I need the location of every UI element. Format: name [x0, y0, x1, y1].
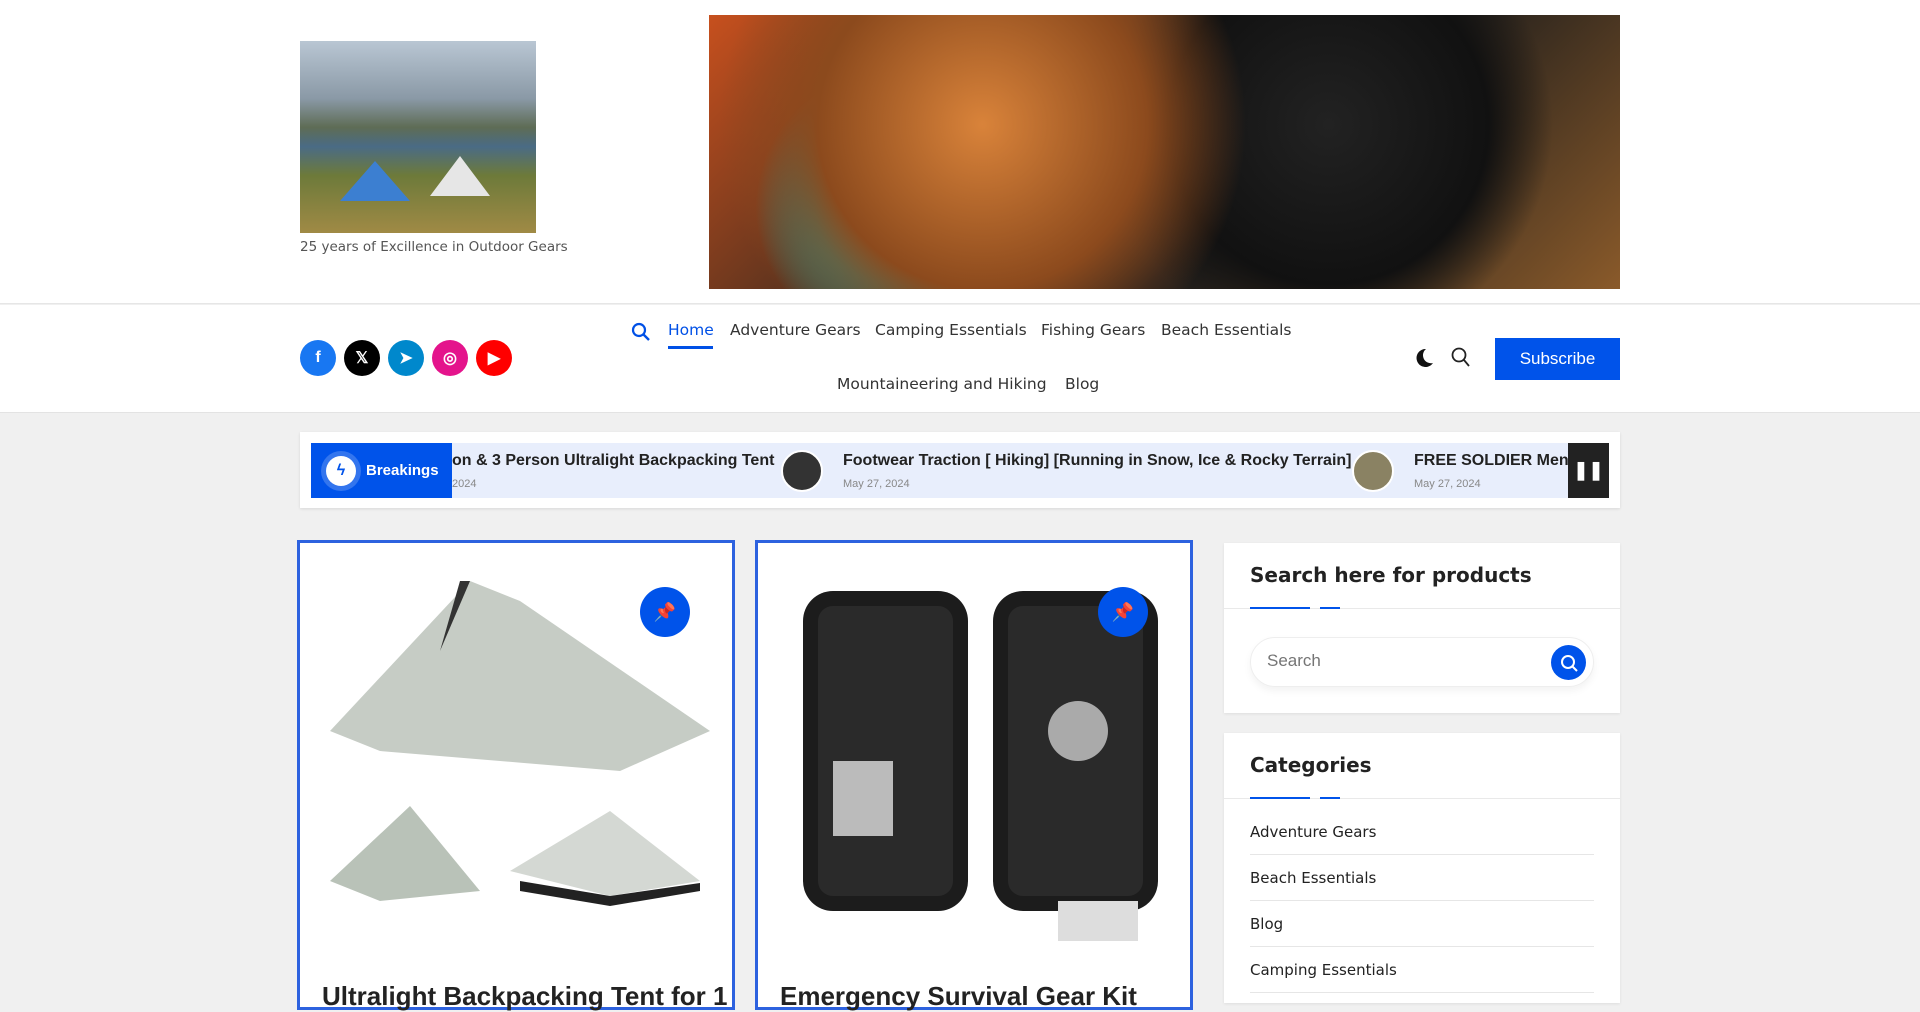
pin-icon[interactable]: 📌	[640, 587, 690, 637]
instagram-icon[interactable]: ◎	[432, 340, 468, 376]
header-search-icon[interactable]	[1451, 347, 1471, 369]
youtube-icon[interactable]: ▶	[476, 340, 512, 376]
telegram-icon[interactable]: ➤	[388, 340, 424, 376]
search-icon	[1560, 654, 1578, 672]
search-submit-button[interactable]	[1551, 645, 1586, 680]
breakings-label: ϟ Breakings	[311, 443, 452, 498]
post-card[interactable]: 📌 Ultralight Backpacking Tent for 1	[297, 540, 735, 1012]
category-link[interactable]: Beach Essentials	[1250, 855, 1594, 901]
x-icon[interactable]: 𝕏	[344, 340, 380, 376]
nav-fishing-gears[interactable]: Fishing Gears	[1041, 321, 1145, 339]
bolt-icon: ϟ	[326, 455, 356, 486]
active-indicator	[668, 346, 713, 349]
nav-blog[interactable]: Blog	[1065, 375, 1099, 393]
nav-beach-essentials[interactable]: Beach Essentials	[1161, 321, 1292, 339]
nav-home[interactable]: Home	[668, 321, 714, 339]
nav-camping-essentials[interactable]: Camping Essentials	[875, 321, 1027, 339]
site-tagline: 25 years of Excillence in Outdoor Gears	[300, 239, 568, 255]
subscribe-button[interactable]: Subscribe	[1495, 338, 1620, 380]
site-header: 25 years of Excillence in Outdoor Gears	[0, 0, 1920, 304]
search-widget: Search here for products	[1224, 543, 1620, 713]
ticker-date: May 27, 2024	[1414, 478, 1481, 490]
breakings-text: Breakings	[366, 462, 439, 479]
post-title[interactable]: Ultralight Backpacking Tent for 1	[322, 981, 727, 1012]
widget-title: Search here for products	[1250, 563, 1532, 587]
post-card[interactable]: 📌 Emergency Survival Gear Kit	[755, 540, 1193, 1012]
category-link[interactable]: Blog	[1250, 901, 1594, 947]
category-link[interactable]: Adventure Gears	[1250, 809, 1594, 855]
categories-widget: Categories Adventure Gears Beach Essenti…	[1224, 733, 1620, 1003]
pause-button[interactable]: ❚❚	[1568, 443, 1609, 498]
ticker-title: on & 3 Person Ultralight Backpacking Ten…	[452, 452, 775, 469]
header-banner-image	[709, 15, 1620, 289]
facebook-icon[interactable]: f	[300, 340, 336, 376]
sidebar-search-field[interactable]	[1250, 637, 1594, 687]
search-icon[interactable]	[631, 322, 651, 342]
ticker-date: May 27, 2024	[843, 478, 910, 490]
nav-mountaineering-hiking[interactable]: Mountaineering and Hiking	[837, 375, 1047, 393]
nav-adventure-gears[interactable]: Adventure Gears	[730, 321, 861, 339]
post-title[interactable]: Emergency Survival Gear Kit	[780, 981, 1137, 1012]
breaking-news-ticker: ϟ Breakings on & 3 Person Ultralight Back…	[300, 432, 1620, 508]
category-link[interactable]: Camping Essentials	[1250, 947, 1594, 993]
search-input[interactable]	[1267, 651, 1547, 671]
dark-mode-icon[interactable]	[1414, 347, 1434, 369]
ticker-title: Footwear Traction [ Hiking] [Running in …	[843, 452, 1352, 469]
ticker-date: 2024	[452, 478, 477, 490]
site-logo[interactable]	[300, 41, 536, 233]
widget-title: Categories	[1250, 753, 1372, 777]
ticker-thumbnail	[781, 450, 823, 492]
ticker-thumbnail	[1352, 450, 1394, 492]
ticker-title: FREE SOLDIER Men	[1414, 452, 1569, 469]
pin-icon[interactable]: 📌	[1098, 587, 1148, 637]
